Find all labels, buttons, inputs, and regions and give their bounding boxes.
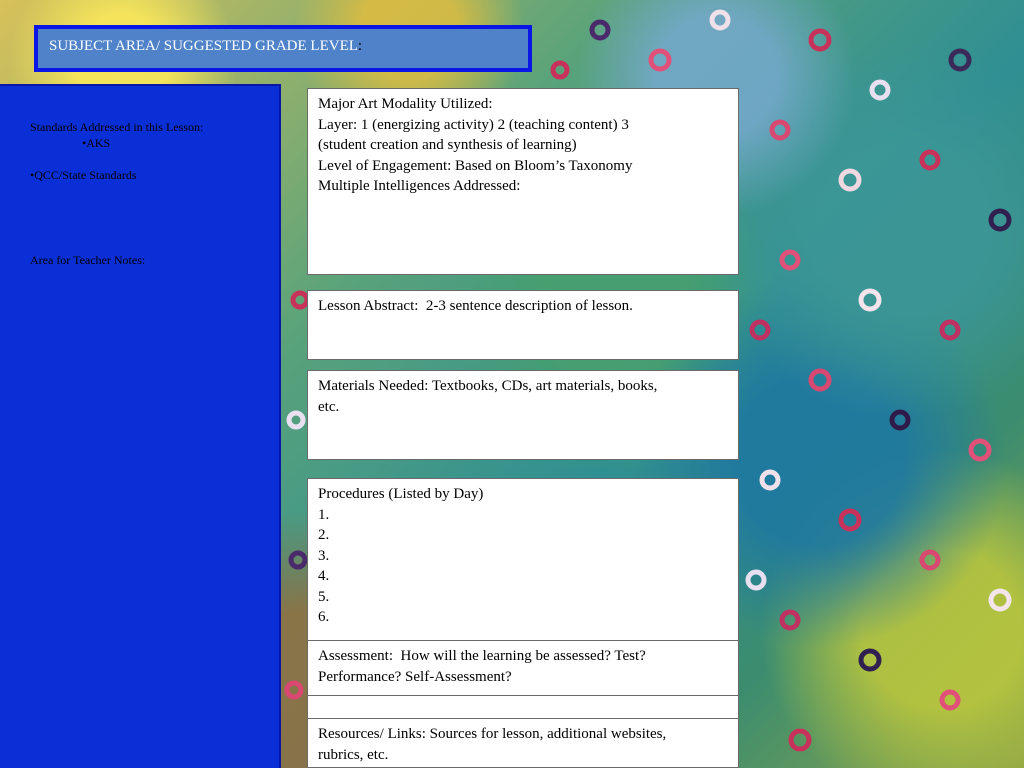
title-label: SUBJECT AREA/ SUGGESTED GRADE LEVEL bbox=[49, 38, 358, 54]
standards-item-qcc: •QCC/State Standards bbox=[30, 168, 137, 182]
procedure-item: 6. bbox=[318, 609, 330, 625]
procedure-item: 4. bbox=[318, 568, 330, 584]
materials-text-continued: etc. bbox=[318, 398, 340, 415]
intelligences-line: Multiple Intelligences Addressed: bbox=[318, 178, 521, 194]
assessment-text: Assessment: How will the learning be ass… bbox=[318, 648, 646, 664]
resources-box: Resources/ Links: Sources for lesson, ad… bbox=[307, 718, 739, 768]
procedures-box: Procedures (Listed by Day) 1. 2. 3. 4. 5… bbox=[307, 478, 739, 641]
title-colon: : bbox=[357, 38, 363, 54]
modality-line: Major Art Modality Utilized: bbox=[318, 96, 493, 112]
procedure-item: 1. bbox=[318, 506, 330, 523]
procedure-item: 5. bbox=[318, 588, 330, 605]
materials-box: Materials Needed: Textbooks, CDs, art ma… bbox=[307, 370, 739, 460]
layer-line: Layer: 1 (energizing activity) 2 (teachi… bbox=[318, 116, 629, 133]
lesson-abstract-text: Lesson Abstract: 2-3 sentence descriptio… bbox=[318, 298, 633, 314]
procedure-item: 3. bbox=[318, 547, 330, 564]
title-bar: SUBJECT AREA/ SUGGESTED GRADE LEVEL: bbox=[34, 25, 532, 72]
resources-text-continued: rubrics, etc. bbox=[318, 746, 389, 763]
blank-box bbox=[307, 695, 739, 719]
engagement-line: Level of Engagement: Based on Bloom’s Ta… bbox=[318, 157, 633, 174]
sidebar-notes-panel: Standards Addressed in this Lesson: •AKS… bbox=[0, 84, 281, 768]
modality-box: Major Art Modality Utilized: Layer: 1 (e… bbox=[307, 88, 739, 275]
assessment-box: Assessment: How will the learning be ass… bbox=[307, 640, 739, 696]
assessment-text-continued: Performance? Self-Assessment? bbox=[318, 668, 512, 685]
resources-text: Resources/ Links: Sources for lesson, ad… bbox=[318, 726, 667, 742]
standards-heading: Standards Addressed in this Lesson: bbox=[30, 120, 204, 134]
lesson-abstract-box: Lesson Abstract: 2-3 sentence descriptio… bbox=[307, 290, 739, 360]
materials-text: Materials Needed: Textbooks, CDs, art ma… bbox=[318, 378, 658, 394]
teacher-notes-label: Area for Teacher Notes: bbox=[30, 253, 146, 267]
procedure-item: 2. bbox=[318, 527, 330, 543]
procedures-heading: Procedures (Listed by Day) bbox=[318, 486, 484, 502]
layer-line-continued: (student creation and synthesis of learn… bbox=[318, 137, 577, 153]
standards-item-aks: •AKS bbox=[82, 136, 111, 150]
page-title: SUBJECT AREA/ SUGGESTED GRADE LEVEL: bbox=[49, 37, 362, 55]
